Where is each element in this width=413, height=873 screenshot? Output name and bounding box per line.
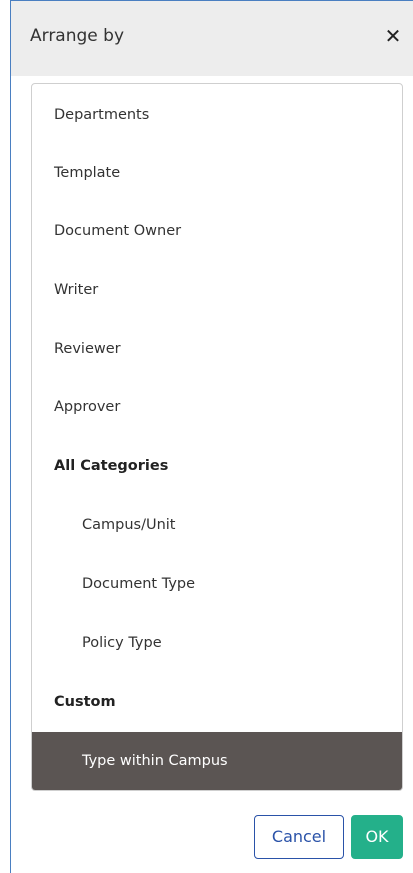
dialog-header: Arrange by ✕ <box>11 1 413 76</box>
option-departments[interactable]: Departments <box>32 86 402 144</box>
option-document-type[interactable]: Document Type <box>32 555 402 613</box>
ok-button[interactable]: OK <box>351 815 403 859</box>
group-all-categories: All Categories <box>54 458 169 474</box>
option-approver[interactable]: Approver <box>32 378 402 436</box>
group-custom: Custom <box>54 694 116 710</box>
close-icon[interactable]: ✕ <box>381 21 405 51</box>
option-writer[interactable]: Writer <box>32 261 402 319</box>
option-template[interactable]: Template <box>32 144 402 202</box>
arrange-by-dialog: Arrange by ✕ Departments Template Docume… <box>10 0 413 873</box>
option-reviewer[interactable]: Reviewer <box>32 320 402 378</box>
arrange-options-list: Departments Template Document Owner Writ… <box>31 83 403 791</box>
option-policy-type[interactable]: Policy Type <box>32 614 402 672</box>
option-document-owner[interactable]: Document Owner <box>32 202 402 260</box>
cancel-button[interactable]: Cancel <box>254 815 344 859</box>
option-campus-unit[interactable]: Campus/Unit <box>32 496 402 554</box>
option-type-within-campus[interactable]: Type within Campus <box>32 732 402 790</box>
dialog-title: Arrange by <box>30 26 125 46</box>
